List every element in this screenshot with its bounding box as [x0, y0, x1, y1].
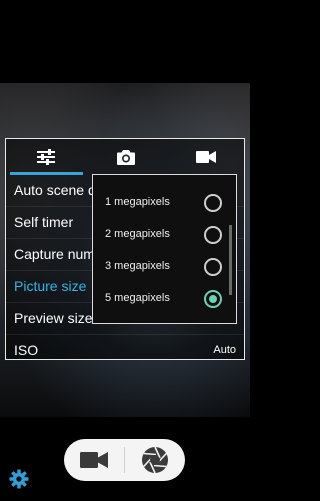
video-mode-button[interactable] [64, 439, 124, 481]
picture-size-option-2mp[interactable]: 2 megapixels [93, 219, 236, 251]
picture-size-popup: 1 megapixels 2 megapixels 3 megapixels 5… [92, 174, 237, 324]
tab-video-settings[interactable] [166, 139, 246, 175]
shutter-icon [142, 446, 168, 474]
sliders-icon [37, 149, 55, 165]
picture-size-option-1mp[interactable]: 1 megapixels [93, 187, 236, 219]
tab-photo-settings[interactable] [86, 139, 166, 175]
radio-button[interactable] [204, 258, 222, 276]
option-label: 3 megapixels [105, 260, 170, 272]
video-camera-icon [80, 452, 108, 468]
setting-row-iso[interactable]: ISO Auto [6, 335, 244, 367]
capture-controls [64, 439, 185, 481]
video-camera-icon [196, 151, 216, 163]
settings-tabbar [6, 139, 244, 175]
gear-icon [9, 469, 29, 489]
option-label: 1 megapixels [105, 196, 170, 208]
shutter-button[interactable] [125, 439, 185, 481]
option-label: 5 megapixels [105, 292, 170, 304]
picture-size-option-5mp[interactable]: 5 megapixels [93, 283, 236, 315]
radio-button[interactable] [204, 194, 222, 212]
setting-label: Capture num [14, 246, 95, 262]
picture-size-option-3mp[interactable]: 3 megapixels [93, 251, 236, 283]
setting-label: Preview size [14, 310, 93, 326]
setting-label: ISO [14, 342, 39, 358]
tab-general-settings[interactable] [6, 139, 86, 175]
radio-button[interactable] [204, 226, 222, 244]
settings-button[interactable] [9, 469, 29, 489]
setting-label: Picture size [14, 278, 87, 294]
popup-scrollbar[interactable] [229, 225, 232, 295]
radio-button-selected[interactable] [204, 290, 222, 308]
option-label: 2 megapixels [105, 228, 170, 240]
setting-label: Self timer [14, 214, 74, 230]
setting-label: Auto scene d [14, 182, 96, 198]
setting-value: Auto [213, 344, 236, 356]
camera-icon [117, 149, 135, 165]
